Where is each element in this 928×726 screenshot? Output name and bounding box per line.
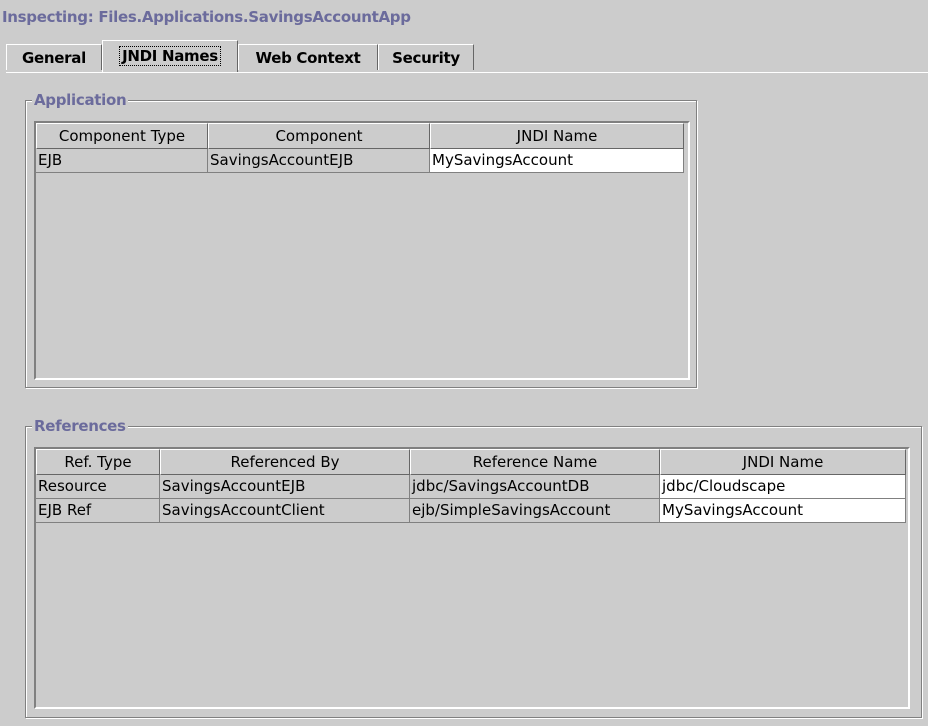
references-table[interactable]: Ref. Type Referenced By Reference Name J… [34,447,910,709]
table-cell[interactable]: ejb/SimpleSavingsAccount [410,499,660,523]
column-header-jndi-name[interactable]: JNDI Name [430,123,684,149]
jndi-name-field[interactable]: jdbc/Cloudscape [660,475,906,499]
tab-jndi-names-label: JNDI Names [119,46,221,66]
tab-jndi-names[interactable]: JNDI Names [102,40,238,72]
table-cell[interactable]: SavingsAccountEJB [208,149,430,173]
tab-general-label: General [22,49,86,67]
column-header-component[interactable]: Component [208,123,430,149]
column-header-reference-name[interactable]: Reference Name [410,449,660,475]
column-header-component-type[interactable]: Component Type [36,123,208,149]
application-group-label: Application [32,91,129,109]
column-header-jndi-name[interactable]: JNDI Name [660,449,906,475]
references-group-label: References [32,417,128,435]
tab-divider [6,72,928,73]
tab-web-context[interactable]: Web Context [238,44,378,70]
tab-web-context-label: Web Context [255,49,361,67]
application-group: Application Component Type Component JND… [25,91,697,388]
tab-security[interactable]: Security [378,44,474,70]
references-group: References Ref. Type Referenced By Refer… [25,417,922,718]
tab-general[interactable]: General [6,44,102,70]
column-header-referenced-by[interactable]: Referenced By [160,449,410,475]
table-cell[interactable]: EJB [36,149,208,173]
column-header-ref-type[interactable]: Ref. Type [36,449,160,475]
table-cell[interactable]: SavingsAccountEJB [160,475,410,499]
jndi-name-field[interactable]: MySavingsAccount [430,149,684,173]
table-cell[interactable]: jdbc/SavingsAccountDB [410,475,660,499]
application-table[interactable]: Component Type Component JNDI Name EJB S… [34,121,690,380]
window-title: Inspecting: Files.Applications.SavingsAc… [2,8,411,26]
table-cell[interactable]: SavingsAccountClient [160,499,410,523]
table-cell[interactable]: EJB Ref [36,499,160,523]
tab-security-label: Security [392,49,460,67]
table-cell[interactable]: Resource [36,475,160,499]
jndi-name-field[interactable]: MySavingsAccount [660,499,906,523]
